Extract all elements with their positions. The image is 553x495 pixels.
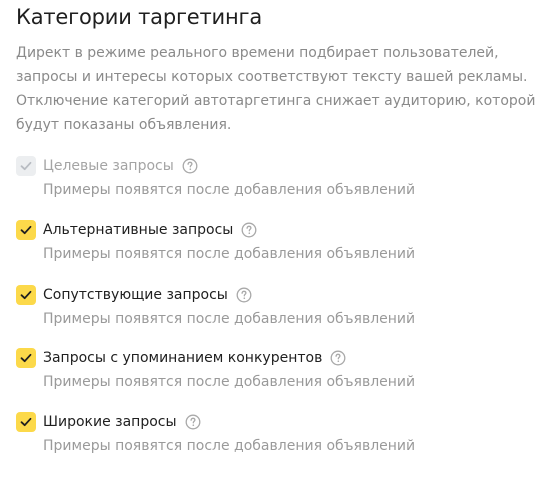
option-alternative-queries: Альтернативные запросы Примеры появятся …	[16, 219, 546, 267]
question-circle-icon[interactable]	[241, 222, 257, 238]
option-label[interactable]: Сопутствующие запросы	[43, 284, 228, 306]
description-line: Отключение категорий автотаргетинга сниж…	[16, 93, 536, 109]
question-circle-icon[interactable]	[236, 287, 252, 303]
section-title: Категории таргетинга	[16, 5, 263, 29]
broad-queries-checkbox[interactable]	[16, 412, 36, 432]
option-hint: Примеры появятся после добавления объявл…	[43, 311, 416, 327]
option-label[interactable]: Запросы с упоминанием конкурентов	[43, 347, 322, 369]
description-line: запросы и интересы которых соответствуют…	[16, 69, 528, 85]
alternative-queries-checkbox[interactable]	[16, 220, 36, 240]
option-broad-queries: Широкие запросы Примеры появятся после д…	[16, 411, 546, 459]
related-queries-checkbox[interactable]	[16, 285, 36, 305]
option-label[interactable]: Широкие запросы	[43, 411, 177, 433]
option-related-queries: Сопутствующие запросы Примеры появятся п…	[16, 284, 546, 332]
option-label: Целевые запросы	[43, 158, 174, 174]
option-hint: Примеры появятся после добавления объявл…	[43, 182, 416, 198]
option-competitor-queries: Запросы с упоминанием конкурентов Пример…	[16, 347, 546, 395]
section-description: Директ в режиме реального времени подбир…	[16, 41, 546, 137]
check-icon	[20, 290, 32, 300]
option-hint: Примеры появятся после добавления объявл…	[43, 374, 416, 390]
question-circle-icon[interactable]	[185, 414, 201, 430]
option-hint: Примеры появятся после добавления объявл…	[43, 246, 416, 262]
check-icon	[20, 225, 32, 235]
targeting-categories-panel: Категории таргетинга Директ в режиме реа…	[0, 0, 553, 495]
description-line: Директ в режиме реального времени подбир…	[16, 45, 499, 61]
check-icon	[20, 161, 32, 171]
option-hint: Примеры появятся после добавления объявл…	[43, 438, 416, 454]
check-icon	[20, 417, 32, 427]
check-icon	[20, 353, 32, 363]
question-circle-icon[interactable]	[330, 350, 346, 366]
option-label[interactable]: Альтернативные запросы	[43, 219, 233, 241]
target-queries-checkbox	[16, 156, 36, 176]
question-circle-icon[interactable]	[182, 158, 198, 174]
description-line: будут показаны объявления.	[16, 117, 232, 133]
option-target-queries: Целевые запросы Примеры появятся после д…	[16, 155, 546, 203]
competitor-queries-checkbox[interactable]	[16, 348, 36, 368]
